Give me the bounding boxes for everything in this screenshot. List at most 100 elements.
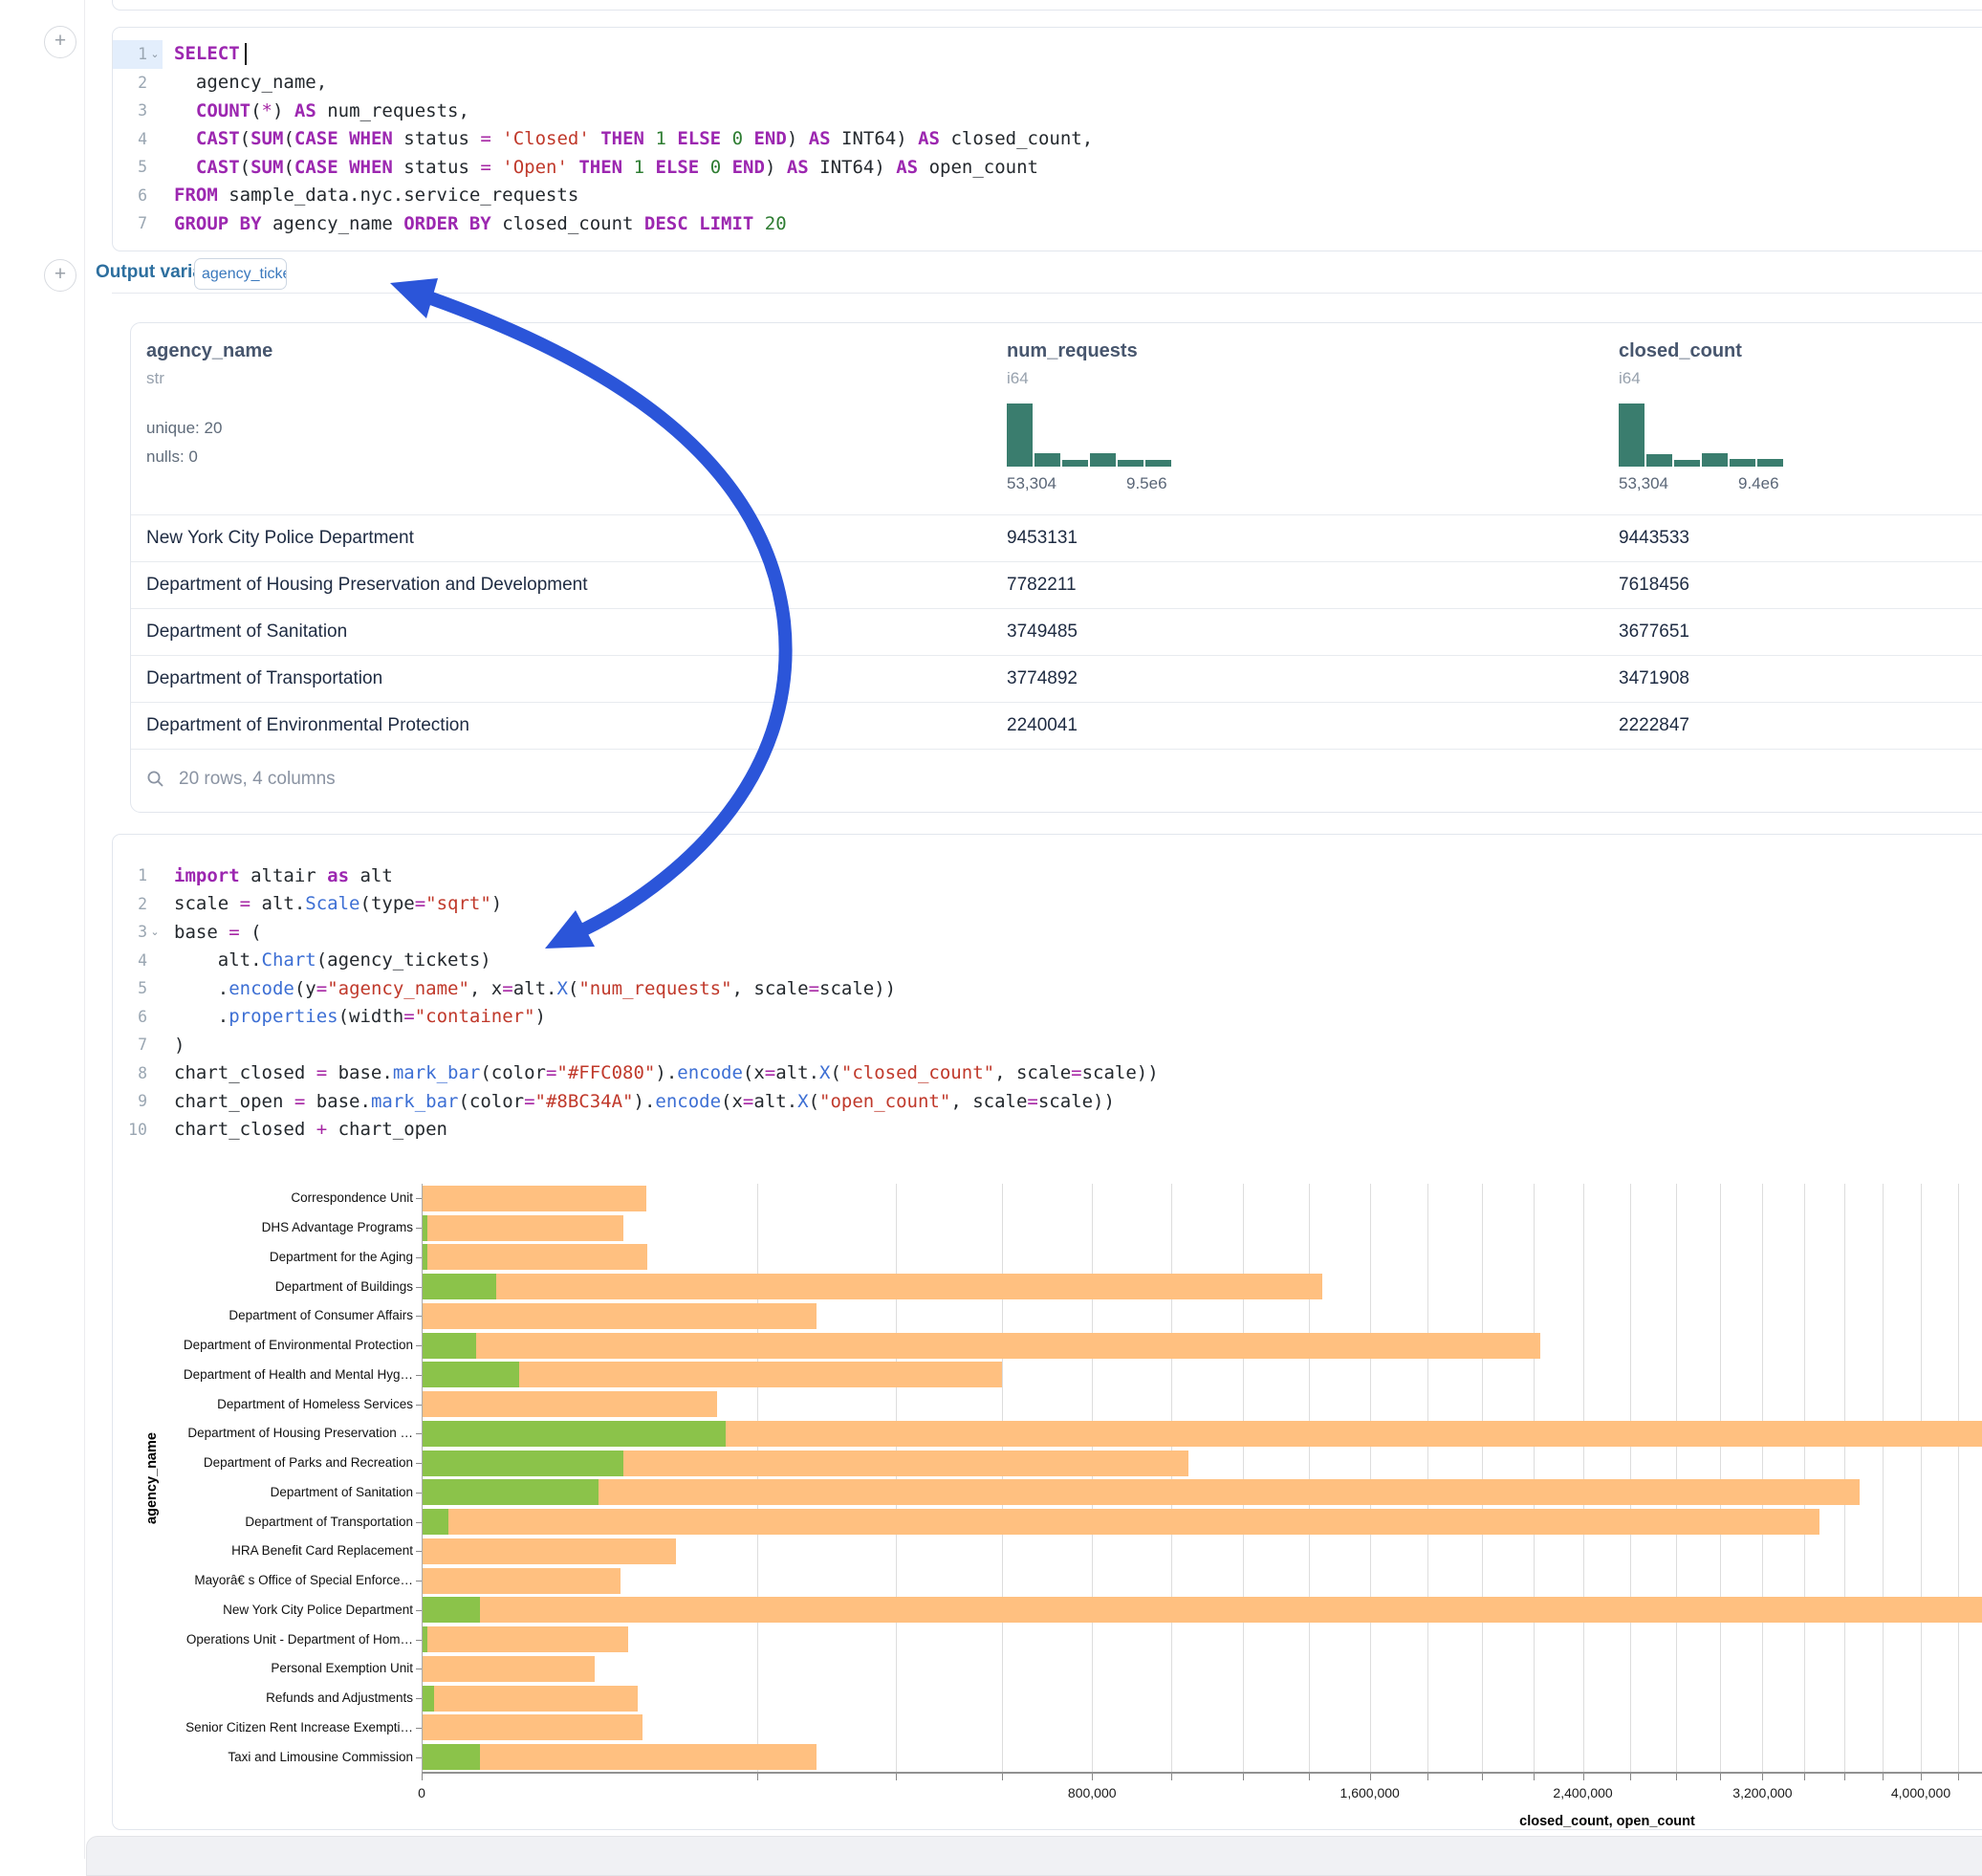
table-shape-label: 20 rows, 4 columns (179, 769, 336, 790)
x-tick (1630, 1774, 1631, 1780)
code-line[interactable]: 9chart_open = base.mark_bar(color="#8BC3… (113, 1087, 1982, 1116)
cell-num-requests[interactable]: 3749485 (1007, 622, 1078, 643)
bar-closed-count[interactable] (423, 1626, 628, 1652)
code-token: . (174, 978, 229, 999)
code-token: = (240, 893, 250, 914)
column-header[interactable]: closed_count (1619, 340, 1742, 362)
bar-closed-count[interactable] (423, 1333, 1540, 1359)
bar-closed-count[interactable] (423, 1215, 623, 1241)
cell-closed-count[interactable]: 9443533 (1619, 528, 1689, 549)
code-line[interactable]: 4 CAST(SUM(CASE WHEN status = 'Closed' T… (113, 125, 1982, 154)
code-line[interactable]: 1⌄SELECT (113, 40, 1982, 69)
code-token (622, 157, 633, 178)
row-separator (131, 749, 1982, 750)
cell-num-requests[interactable]: 3774892 (1007, 668, 1078, 689)
bar-open-count[interactable] (423, 1686, 434, 1712)
bar-open-count[interactable] (423, 1215, 427, 1241)
bar-closed-count[interactable] (423, 1686, 638, 1712)
bar-closed-count[interactable] (423, 1744, 817, 1770)
code-token: ELSE (655, 157, 699, 178)
bar-open-count[interactable] (423, 1451, 623, 1476)
bar-closed-count[interactable] (423, 1568, 621, 1594)
bar-closed-count[interactable] (423, 1479, 1860, 1505)
output-variable-input[interactable]: agency_tickets (194, 258, 287, 290)
bar-open-count[interactable] (423, 1597, 480, 1623)
bar-closed-count[interactable] (423, 1244, 647, 1270)
code-line[interactable]: 7) (113, 1031, 1982, 1059)
fold-chevron-icon[interactable]: ⌄ (147, 48, 163, 60)
code-line[interactable]: 3 COUNT(*) AS num_requests, (113, 97, 1982, 125)
bar-closed-count[interactable] (423, 1274, 1322, 1299)
bar-open-count[interactable] (423, 1362, 519, 1387)
line-number: 6 (138, 186, 147, 205)
add-block-button-middle[interactable]: + (44, 259, 76, 292)
cell-closed-count[interactable]: 3677651 (1619, 622, 1689, 643)
cell-agency-name[interactable]: Department of Sanitation (146, 622, 347, 643)
code-line[interactable]: 2 agency_name, (113, 69, 1982, 98)
column-stat: nulls: 0 (146, 447, 198, 467)
cell-num-requests[interactable]: 9453131 (1007, 528, 1078, 549)
add-block-button-top[interactable]: + (44, 26, 76, 58)
code-line[interactable]: 10chart_closed + chart_open (113, 1116, 1982, 1145)
gridline (1720, 1184, 1721, 1772)
code-token (174, 157, 196, 178)
bar-open-count[interactable] (423, 1479, 599, 1505)
cell-agency-name[interactable]: Department of Housing Preservation and D… (146, 575, 588, 596)
bar-open-count[interactable] (423, 1744, 480, 1770)
code-token: ). (655, 1062, 677, 1083)
cell-agency-name[interactable]: Department of Transportation (146, 668, 382, 689)
bar-closed-count[interactable] (423, 1303, 817, 1329)
python-code-editor[interactable]: 1import altair as alt2scale = alt.Scale(… (113, 862, 1982, 1144)
code-line[interactable]: 6 .properties(width="container") (113, 1003, 1982, 1032)
cell-num-requests[interactable]: 7782211 (1007, 575, 1077, 596)
code-token: DESC (644, 213, 688, 234)
cell-closed-count[interactable]: 7618456 (1619, 575, 1689, 596)
gridline (757, 1184, 758, 1772)
column-stat: unique: 20 (146, 419, 222, 438)
code-line[interactable]: 2scale = alt.Scale(type="sqrt") (113, 890, 1982, 919)
code-line[interactable]: 7GROUP BY agency_name ORDER BY closed_co… (113, 209, 1982, 238)
bar-open-count[interactable] (423, 1333, 476, 1359)
code-line[interactable]: 4 alt.Chart(agency_tickets) (113, 947, 1982, 975)
code-line[interactable]: 8chart_closed = base.mark_bar(color="#FF… (113, 1059, 1982, 1088)
bar-closed-count[interactable] (423, 1597, 1982, 1623)
cell-closed-count[interactable]: 2222847 (1619, 715, 1689, 736)
bar-open-count[interactable] (423, 1421, 726, 1447)
fold-chevron-icon[interactable]: ⌄ (147, 926, 163, 938)
code-line[interactable]: 5 .encode(y="agency_name", x=alt.X("num_… (113, 974, 1982, 1003)
bar-closed-count[interactable] (423, 1391, 717, 1417)
search-icon[interactable] (146, 770, 165, 789)
bar-closed-count[interactable] (423, 1186, 646, 1211)
code-line[interactable]: 1import altair as alt (113, 862, 1982, 890)
code-line[interactable]: 5 CAST(SUM(CASE WHEN status = 'Open' THE… (113, 153, 1982, 182)
column-header[interactable]: num_requests (1007, 340, 1138, 362)
column-header[interactable]: agency_name (146, 340, 272, 362)
y-axis-label: Department of Consumer Affairs (126, 1308, 413, 1322)
column-histogram[interactable] (1619, 404, 1783, 467)
code-token: agency_name (262, 213, 404, 234)
bar-closed-count[interactable] (423, 1538, 676, 1564)
bar-open-count[interactable] (423, 1509, 448, 1535)
cell-agency-name[interactable]: New York City Police Department (146, 528, 414, 549)
bar-open-count[interactable] (423, 1244, 427, 1270)
bar-closed-count[interactable] (423, 1714, 643, 1740)
cell-agency-name[interactable]: Department of Environmental Protection (146, 715, 469, 736)
code-token: X (797, 1091, 808, 1112)
code-token (644, 157, 655, 178)
cell-closed-count[interactable]: 3471908 (1619, 668, 1689, 689)
code-token: 0 (710, 157, 721, 178)
code-token: = (765, 1062, 775, 1083)
cell-num-requests[interactable]: 2240041 (1007, 715, 1078, 736)
code-line[interactable]: 6FROM sample_data.nyc.service_requests (113, 182, 1982, 210)
bar-closed-count[interactable] (423, 1656, 595, 1682)
altair-chart-output: Correspondence UnitDHS Advantage Program… (113, 1165, 1982, 1834)
column-histogram[interactable] (1007, 404, 1171, 467)
bar-open-count[interactable] (423, 1274, 496, 1299)
y-axis-label: Department of Transportation (126, 1515, 413, 1529)
code-line[interactable]: 3⌄base = ( (113, 918, 1982, 947)
y-tick (416, 1463, 422, 1464)
bar-open-count[interactable] (423, 1626, 427, 1652)
bar-closed-count[interactable] (423, 1509, 1819, 1535)
sql-code-editor[interactable]: 1⌄SELECT2 agency_name,3 COUNT(*) AS num_… (113, 40, 1982, 238)
code-token: encode (655, 1091, 721, 1112)
